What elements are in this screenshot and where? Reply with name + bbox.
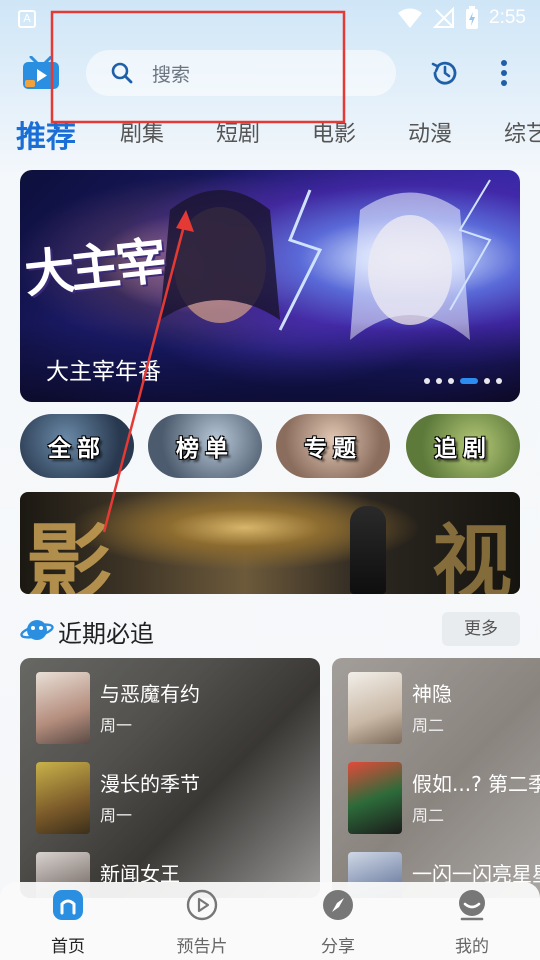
promo-calligraphy-right: 视 xyxy=(432,515,512,594)
home-icon xyxy=(53,890,83,920)
featured-banner[interactable]: 大主宰 大主宰年番 xyxy=(20,170,520,402)
promo-calligraphy-left: 影 xyxy=(26,514,112,594)
nav-label: 首页 xyxy=(51,937,85,957)
profile-icon xyxy=(459,890,485,921)
tab-movie[interactable]: 电影 xyxy=(312,116,356,148)
carousel-dot xyxy=(484,378,490,384)
poster-thumbnail xyxy=(348,762,402,834)
show-title: 与恶魔有约 xyxy=(100,682,200,706)
quick-link-label: 追剧 xyxy=(434,436,492,462)
quick-link-all[interactable]: 全部 xyxy=(20,414,134,478)
show-air-day: 周二 xyxy=(412,806,445,825)
show-title: 漫长的季节 xyxy=(100,772,200,796)
play-circle-icon xyxy=(186,889,218,921)
section-title: 近期必追 xyxy=(58,620,154,648)
show-title: 神隐 xyxy=(412,682,452,706)
nav-label: 分享 xyxy=(321,937,355,957)
carousel-indicator xyxy=(424,378,502,384)
more-menu-icon[interactable] xyxy=(494,58,514,88)
quick-link-follow[interactable]: 追剧 xyxy=(406,414,520,478)
show-air-day: 周二 xyxy=(412,716,445,735)
quick-link-label: 全部 xyxy=(48,436,106,462)
tab-anime[interactable]: 动漫 xyxy=(408,116,452,148)
search-bar[interactable]: 搜索 xyxy=(86,50,396,96)
more-button[interactable]: 更多 xyxy=(442,612,520,646)
wifi-icon xyxy=(398,8,423,28)
nav-trailers[interactable]: 预告片 xyxy=(152,888,252,958)
poster-thumbnail xyxy=(36,672,90,744)
history-icon[interactable] xyxy=(430,58,460,88)
carousel-dot-active xyxy=(460,378,478,384)
banner-artwork-title: 大主宰 xyxy=(21,230,166,305)
schedule-card: 与恶魔有约 周一 漫长的季节 周一 新闻女王 周一 xyxy=(20,658,320,898)
app-logo-icon[interactable] xyxy=(22,56,60,90)
quick-links: 全部 榜单 专题 追剧 xyxy=(20,414,520,478)
poster-thumbnail xyxy=(348,672,402,744)
signal-off-icon xyxy=(433,7,455,28)
compass-icon xyxy=(323,890,353,920)
promo-banner[interactable]: 影 视 xyxy=(20,492,520,594)
show-air-day: 周一 xyxy=(100,716,133,735)
nav-home[interactable]: 首页 xyxy=(18,888,118,958)
nav-label: 预告片 xyxy=(176,937,228,957)
status-bar: A 2:55 xyxy=(0,0,540,36)
tab-recommend[interactable]: 推荐 xyxy=(16,112,76,156)
carousel-dot xyxy=(424,378,430,384)
tab-variety[interactable]: 综艺 xyxy=(504,116,540,148)
category-tabs: 推荐 剧集 短剧 电影 动漫 综艺 xyxy=(0,110,540,160)
list-item[interactable]: 与恶魔有约 周一 xyxy=(36,672,316,744)
carousel-dot xyxy=(496,378,502,384)
tab-short-drama[interactable]: 短剧 xyxy=(216,116,260,148)
carousel-dot xyxy=(436,378,442,384)
carousel-dot xyxy=(448,378,454,384)
top-bar: 搜索 xyxy=(0,44,540,102)
quick-link-ranking[interactable]: 榜单 xyxy=(148,414,262,478)
following-cards: 与恶魔有约 周一 漫长的季节 周一 新闻女王 周一 神隐 周二 假如...? 第… xyxy=(0,658,540,898)
list-item[interactable]: 神隐 周二 xyxy=(348,672,540,744)
quick-link-topics[interactable]: 专题 xyxy=(276,414,390,478)
system-indicators: 2:55 xyxy=(397,6,526,30)
nav-share[interactable]: 分享 xyxy=(288,888,388,958)
app-notification-icon: A xyxy=(18,10,36,28)
list-item[interactable]: 漫长的季节 周一 xyxy=(36,762,316,834)
search-placeholder: 搜索 xyxy=(152,63,191,86)
bottom-navigation: 首页 预告片 分享 我的 xyxy=(0,882,540,960)
show-title: 假如...? 第二季 xyxy=(412,772,540,796)
list-item[interactable]: 假如...? 第二季 周二 xyxy=(348,762,540,834)
clock: 2:55 xyxy=(489,7,526,28)
search-icon xyxy=(111,62,133,84)
tab-series[interactable]: 剧集 xyxy=(120,116,164,148)
show-air-day: 周一 xyxy=(100,806,133,825)
nav-profile[interactable]: 我的 xyxy=(422,888,522,958)
battery-charging-icon xyxy=(466,6,479,29)
nav-label: 我的 xyxy=(455,937,489,957)
quick-link-label: 专题 xyxy=(304,436,362,462)
poster-thumbnail xyxy=(36,762,90,834)
section-header: 近期必追 更多 xyxy=(20,612,520,648)
schedule-card: 神隐 周二 假如...? 第二季 周二 一闪一闪亮星星 周二 xyxy=(332,658,540,898)
promo-figure xyxy=(350,506,386,594)
planet-icon xyxy=(20,620,54,640)
banner-title: 大主宰年番 xyxy=(46,359,161,385)
quick-link-label: 榜单 xyxy=(176,436,234,462)
